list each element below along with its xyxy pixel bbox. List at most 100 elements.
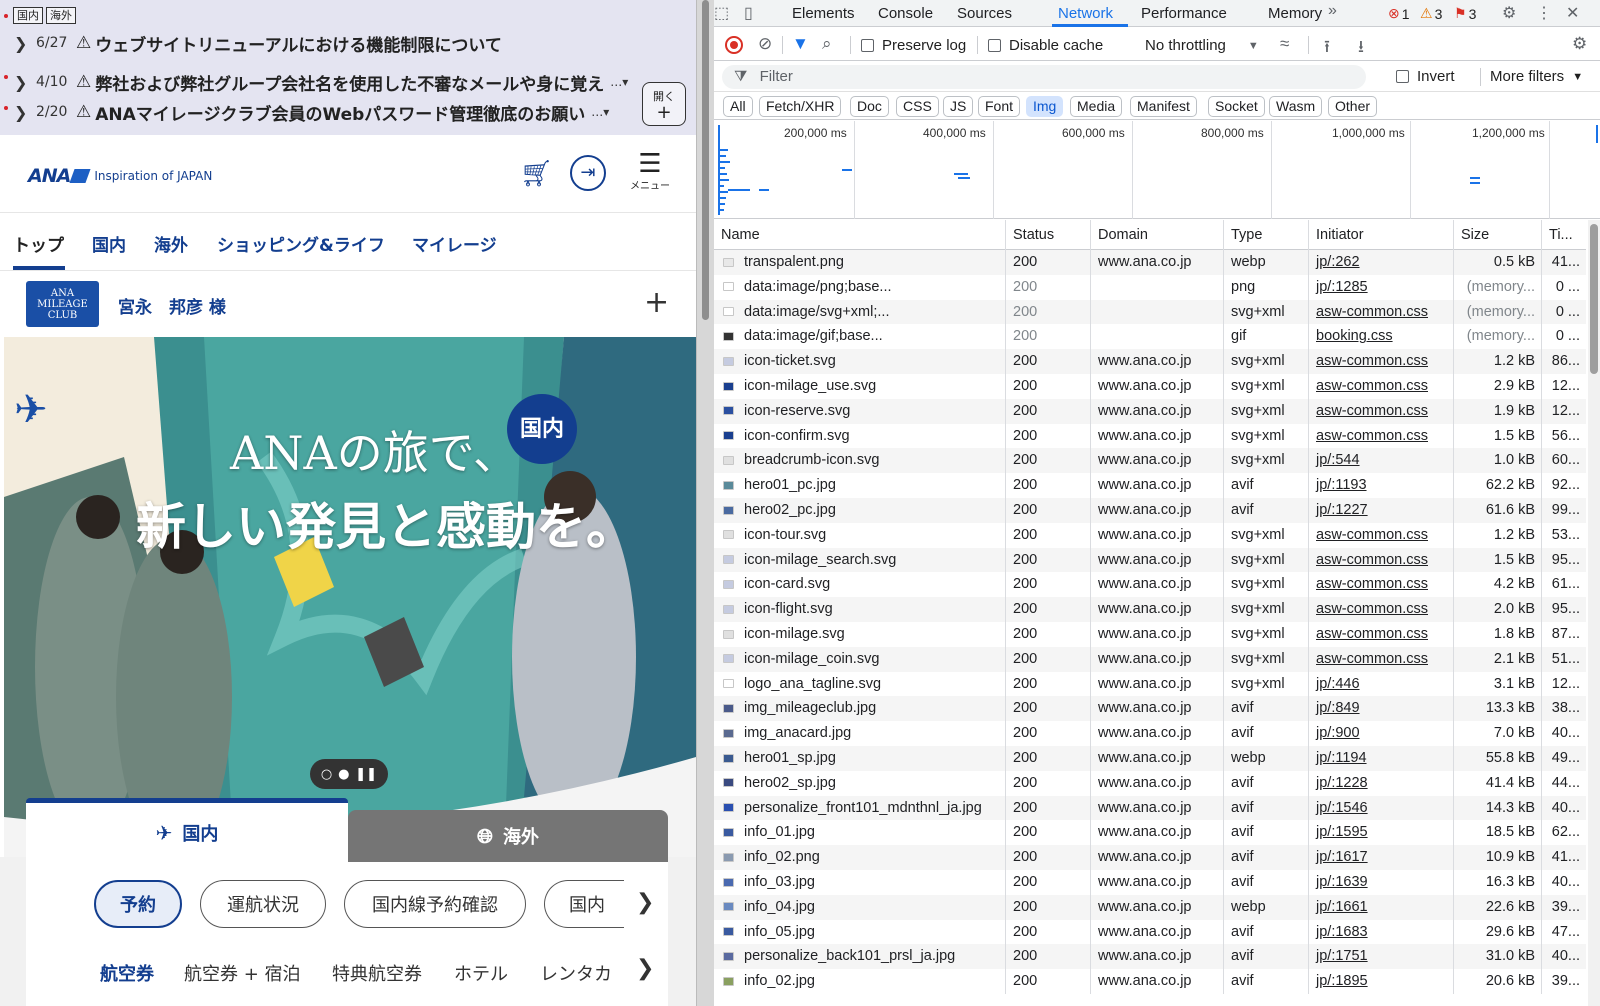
chevron-right-icon[interactable]: ❯ <box>636 956 654 981</box>
type-socket[interactable]: Socket <box>1208 96 1265 117</box>
table-row[interactable]: hero01_pc.jpg 200 www.ana.co.jp avif jp/:119… <box>714 473 1586 498</box>
type-other[interactable]: Other <box>1328 96 1378 117</box>
disable-cache-checkbox[interactable]: Disable cache <box>988 37 1103 54</box>
throttling-select[interactable]: No throttling ▼ <box>1145 37 1259 54</box>
cell-initiator[interactable]: jp/:900 <box>1309 721 1454 746</box>
cell-initiator[interactable]: booking.css <box>1309 324 1454 350</box>
cell-initiator[interactable]: asw-common.css <box>1309 374 1454 399</box>
invert-checkbox[interactable]: Invert <box>1396 68 1455 85</box>
tab-sources[interactable]: Sources <box>957 5 1012 22</box>
stop-recording-icon[interactable] <box>725 36 743 54</box>
sub-tab-air-hotel[interactable]: 航空券 + 宿泊 <box>184 960 301 986</box>
type-manifest[interactable]: Manifest <box>1130 96 1197 117</box>
table-row[interactable]: info_01.jpg 200 www.ana.co.jp avif jp/:1595 1… <box>714 820 1586 846</box>
kebab-menu-icon[interactable]: ⋮ <box>1536 3 1552 23</box>
notice-open-button[interactable]: 開く + <box>642 82 686 126</box>
search-icon[interactable]: ⌕ <box>822 34 832 54</box>
type-all[interactable]: All <box>723 96 753 117</box>
sub-tab-rental-car[interactable]: レンタカ <box>540 960 630 986</box>
tab-memory[interactable]: Memory <box>1268 5 1322 22</box>
pill-reserve[interactable]: 予約 <box>94 880 182 928</box>
notice-item[interactable]: ❯ 2/20 ⚠ ANAマイレージクラブ会員のWebパスワード管理徹底のお願い … <box>0 98 632 126</box>
table-row[interactable]: logo_ana_tagline.svg 200 www.ana.co.jp svg+… <box>714 671 1586 697</box>
preserve-log-checkbox[interactable]: Preserve log <box>861 37 966 54</box>
cell-initiator[interactable]: asw-common.css <box>1309 597 1454 622</box>
pause-icon[interactable]: ❚❚ <box>355 767 377 782</box>
cell-initiator[interactable]: jp/:1751 <box>1309 944 1454 970</box>
table-row[interactable]: hero01_sp.jpg 200 www.ana.co.jp webp jp/:119… <box>714 746 1586 771</box>
more-filters-dropdown[interactable]: More filters ▼ <box>1490 68 1583 85</box>
tab-elements[interactable]: Elements <box>792 5 855 22</box>
pill-domestic-more[interactable]: 国内 <box>544 880 624 928</box>
table-row[interactable]: info_04.jpg 200 www.ana.co.jp webp jp/:1661 2… <box>714 894 1586 920</box>
sub-tab-hotel[interactable]: ホテル <box>454 960 508 986</box>
table-row[interactable]: info_05.jpg 200 www.ana.co.jp avif jp/:1683 2… <box>714 919 1586 945</box>
cell-initiator[interactable]: jp/:1228 <box>1309 770 1454 796</box>
table-row[interactable]: icon-milage.svg 200 www.ana.co.jp svg+xml as… <box>714 622 1586 647</box>
carousel-dot-1[interactable]: ○ <box>321 767 332 782</box>
export-har-icon[interactable]: ⭳ <box>1358 34 1364 63</box>
warning-count[interactable]: ⚠ 3 <box>1420 5 1442 22</box>
cell-initiator[interactable]: jp/:1639 <box>1309 870 1454 895</box>
table-row[interactable]: img_anacard.jpg 200 www.ana.co.jp avif jp/:9… <box>714 721 1586 746</box>
pill-flight-status[interactable]: 運航状況 <box>200 880 326 928</box>
more-tabs-icon[interactable]: » <box>1328 2 1337 20</box>
table-row[interactable]: info_02.png 200 www.ana.co.jp avif jp/:1617 1… <box>714 845 1586 870</box>
ana-logo[interactable]: ANA Inspiration of JAPAN <box>28 165 212 187</box>
col-type[interactable]: Type <box>1224 220 1309 250</box>
table-row[interactable]: icon-ticket.svg 200 www.ana.co.jp svg+xml as… <box>714 349 1586 374</box>
network-overview-timeline[interactable]: 200,000 ms 400,000 ms 600,000 ms 800,000… <box>714 121 1600 219</box>
notice-more[interactable]: …▾ <box>610 75 628 89</box>
tab-console[interactable]: Console <box>878 5 933 22</box>
tab-international[interactable]: 🌐︎ 海外 <box>348 810 668 862</box>
type-fetch-xhr[interactable]: Fetch/XHR <box>759 96 842 117</box>
table-scrollbar-thumb[interactable] <box>1590 224 1598 374</box>
issues-count[interactable]: ⚑ 3 <box>1454 5 1476 22</box>
network-conditions-icon[interactable]: ≈ <box>1280 34 1289 54</box>
nav-mileage[interactable]: マイレージ <box>412 231 497 256</box>
cell-initiator[interactable]: jp/:262 <box>1309 250 1454 275</box>
table-row[interactable]: breadcrumb-icon.svg 200 www.ana.co.jp svg+x… <box>714 448 1586 474</box>
nav-domestic[interactable]: 国内 <box>92 231 126 256</box>
table-row[interactable]: data:image/gif;base... 200 gif booking.css (… <box>714 324 1586 350</box>
type-doc[interactable]: Doc <box>850 96 889 117</box>
nav-top[interactable]: トップ <box>13 231 64 256</box>
cell-initiator[interactable]: asw-common.css <box>1309 299 1454 325</box>
table-row[interactable]: personalize_front101_mdnthnl_ja.jpg 200 ww… <box>714 795 1586 821</box>
cell-initiator[interactable]: jp/:1617 <box>1309 845 1454 870</box>
table-row[interactable]: icon-milage_coin.svg 200 www.ana.co.jp svg+… <box>714 646 1586 672</box>
import-har-icon[interactable]: ⭱ <box>1324 34 1330 63</box>
cell-initiator[interactable]: jp/:1193 <box>1309 473 1454 498</box>
table-row[interactable]: icon-confirm.svg 200 www.ana.co.jp svg+xml a… <box>714 423 1586 449</box>
col-status[interactable]: Status <box>1006 220 1091 250</box>
filter-icon[interactable]: ▼ <box>792 34 809 54</box>
table-row[interactable]: hero02_pc.jpg 200 www.ana.co.jp avif jp/:122… <box>714 498 1586 523</box>
cell-initiator[interactable]: jp/:1227 <box>1309 498 1454 523</box>
network-settings-gear-icon[interactable]: ⚙ <box>1572 34 1587 54</box>
panel-splitter[interactable] <box>696 0 714 1006</box>
cell-initiator[interactable]: asw-common.css <box>1309 398 1454 424</box>
menu-button[interactable]: ☰ メニュー <box>630 151 670 192</box>
type-css[interactable]: CSS <box>896 96 939 117</box>
filter-input[interactable]: ⧩ Filter <box>722 65 1366 89</box>
table-row[interactable]: hero02_sp.jpg 200 www.ana.co.jp avif jp/:122… <box>714 770 1586 796</box>
type-img[interactable]: Img <box>1026 96 1064 117</box>
tab-performance[interactable]: Performance <box>1141 5 1227 22</box>
cell-initiator[interactable]: jp/:849 <box>1309 696 1454 722</box>
cell-initiator[interactable]: asw-common.css <box>1309 572 1454 598</box>
col-name[interactable]: Name <box>714 220 1006 250</box>
sub-tab-award-ticket[interactable]: 特典航空券 <box>332 960 422 986</box>
device-toggle-icon[interactable]: ▯ <box>744 3 753 23</box>
logout-icon[interactable]: ⇥ <box>570 155 606 191</box>
cell-initiator[interactable]: jp/:1683 <box>1309 919 1454 945</box>
cell-initiator[interactable]: jp/:1661 <box>1309 894 1454 920</box>
cell-initiator[interactable]: jp/:1285 <box>1309 274 1454 300</box>
clear-icon[interactable]: ⊘ <box>758 34 772 54</box>
type-media[interactable]: Media <box>1070 96 1123 117</box>
table-row[interactable]: icon-reserve.svg 200 www.ana.co.jp svg+xml a… <box>714 398 1586 424</box>
error-count[interactable]: ⊗ 1 <box>1388 5 1410 22</box>
notice-more[interactable]: …▾ <box>591 105 609 119</box>
table-row[interactable]: icon-milage_search.svg 200 www.ana.co.jp sv… <box>714 547 1586 573</box>
col-size[interactable]: Size <box>1454 220 1542 250</box>
type-font[interactable]: Font <box>978 96 1021 117</box>
